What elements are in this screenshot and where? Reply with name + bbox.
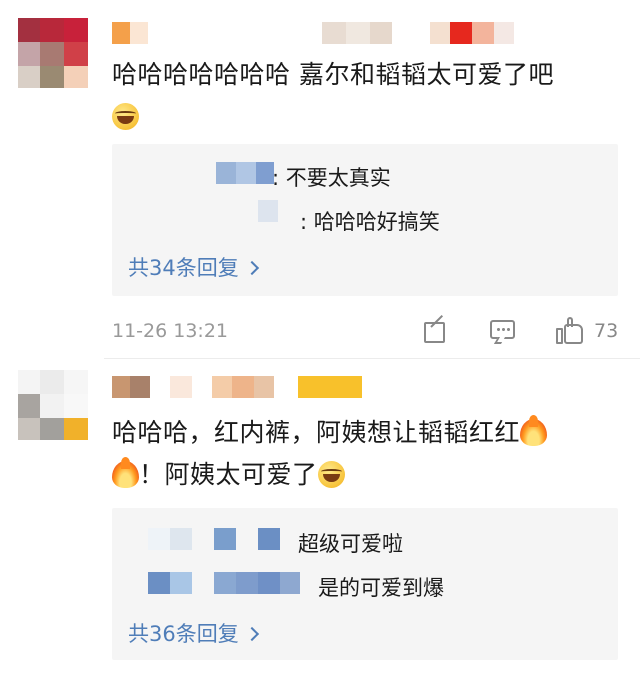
laughing-tears-emoji <box>317 461 345 488</box>
reply-username-blurred <box>216 162 276 184</box>
comment-text: 哈哈哈哈哈哈哈 嘉尔和韬韬太可爱了吧 <box>112 54 554 138</box>
chevron-right-icon <box>244 260 259 276</box>
more-replies-label: 共36条回复 <box>128 622 239 646</box>
reply-item[interactable]: 是的可爱到爆 <box>112 572 618 600</box>
reply-text: 是的可爱到爆 <box>318 576 444 600</box>
grinning-sweat-emoji <box>112 103 139 130</box>
username-blurred[interactable] <box>112 376 372 398</box>
more-replies-label: 共34条回复 <box>128 256 239 280</box>
more-replies-link[interactable]: 共36条回复 <box>128 618 259 648</box>
reply-username-blurred <box>148 572 318 594</box>
reply-username-blurred <box>148 528 298 550</box>
like-count: 73 <box>594 320 619 342</box>
reply-text: : 哈哈哈好搞笑 <box>300 210 440 234</box>
comment-item: 哈哈哈哈哈哈哈 嘉尔和韬韬太可爱了吧 : 不要太真实 : 哈哈哈好搞笑 共34条… <box>0 0 640 359</box>
comment-body: 哈哈哈哈哈哈哈 嘉尔和韬韬太可爱了吧 <box>112 60 554 89</box>
more-replies-link[interactable]: 共34条回复 <box>128 252 259 282</box>
reply-item[interactable]: : 不要太真实 <box>112 162 618 190</box>
reply-item[interactable]: : 哈哈哈好搞笑 <box>112 200 618 234</box>
comment-timestamp: 11-26 13:21 <box>112 320 229 342</box>
reply-item[interactable]: 超级可爱啦 <box>112 528 618 556</box>
comment-body-line2: ！阿姨太可爱了 <box>139 460 318 489</box>
avatar[interactable] <box>18 370 88 440</box>
reply-username-blurred <box>258 200 280 222</box>
like-icon[interactable] <box>555 316 585 346</box>
reply-text: 超级可爱啦 <box>298 532 403 556</box>
avatar[interactable] <box>18 18 88 88</box>
chevron-right-icon <box>244 626 259 642</box>
fire-emoji <box>112 457 139 488</box>
reply-text: : 不要太真实 <box>272 166 391 190</box>
username-blurred[interactable] <box>112 22 514 44</box>
comment-item: 哈哈哈，红内裤，阿姨想让韬韬红红 ！阿姨太可爱了 超级可爱啦 是的可爱到爆 共3… <box>0 352 640 674</box>
comment-meta: 11-26 13:21 73 <box>0 312 640 352</box>
comment-text: 哈哈哈，红内裤，阿姨想让韬韬红红 ！阿姨太可爱了 <box>112 412 548 496</box>
reply-box[interactable]: 超级可爱啦 是的可爱到爆 共36条回复 <box>112 508 618 660</box>
reply-box[interactable]: : 不要太真实 : 哈哈哈好搞笑 共34条回复 <box>112 144 618 296</box>
comment-icon[interactable] <box>488 316 518 346</box>
fire-emoji <box>520 415 548 446</box>
share-icon[interactable] <box>421 314 451 346</box>
comment-body-line1: 哈哈哈，红内裤，阿姨想让韬韬红红 <box>112 418 521 447</box>
